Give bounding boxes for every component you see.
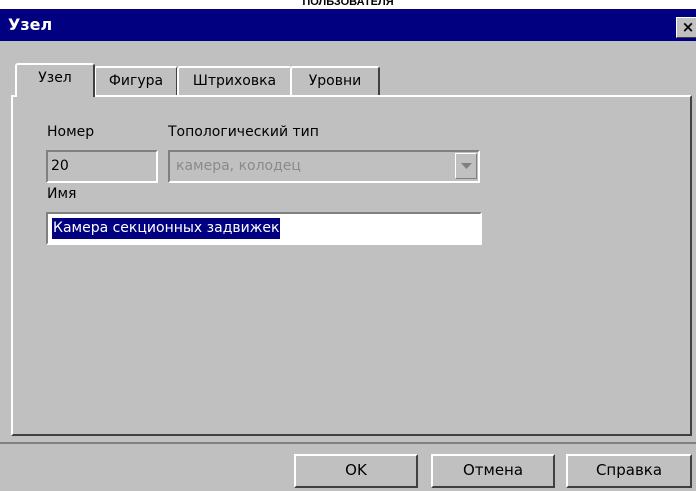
ok-button[interactable]: OK: [294, 454, 418, 488]
number-label: Номер: [47, 124, 95, 140]
topology-type-value: камера, колодец: [176, 158, 301, 174]
name-label: Имя: [47, 186, 77, 202]
cancel-button[interactable]: Отмена: [431, 454, 555, 488]
tab-panel: [11, 95, 692, 436]
tab-bar: Фигура Штриховка Уровни Узел: [0, 9, 696, 99]
name-input-selected-text: Камера секционных задвижек: [52, 218, 281, 239]
button-separator: [0, 442, 696, 444]
dialog-window: Узел × Фигура Штриховка Уровни Узел Номе…: [0, 9, 696, 491]
tab-figure[interactable]: Фигура: [94, 66, 178, 96]
number-field: 20: [46, 150, 158, 183]
topology-type-select: камера, колодец: [168, 150, 480, 183]
tab-hatching[interactable]: Штриховка: [177, 66, 292, 96]
tab-levels[interactable]: Уровни: [290, 66, 380, 96]
type-label: Топологический тип: [168, 124, 319, 140]
dropdown-button: [455, 153, 477, 179]
name-input[interactable]: Камера секционных задвижек: [46, 212, 482, 245]
document-header: ПОЛЬЗОВАТЕЛЯ: [302, 0, 394, 8]
chevron-down-icon: [461, 163, 472, 169]
help-button[interactable]: Справка: [566, 454, 692, 488]
tab-node[interactable]: Узел: [15, 63, 95, 97]
